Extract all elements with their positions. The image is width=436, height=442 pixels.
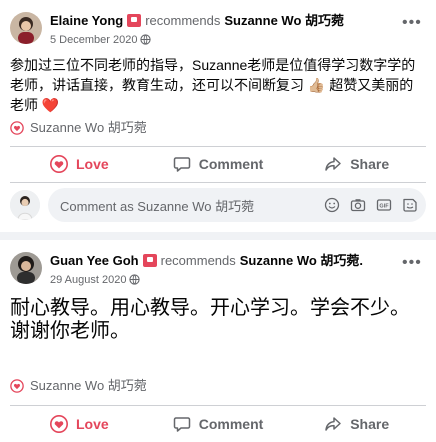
more-options-icon[interactable]: ••• — [402, 15, 422, 31]
recommended-page-name[interactable]: Suzanne Wo 胡巧菀 — [224, 13, 344, 28]
recommend-badge-icon — [127, 14, 142, 27]
avatar[interactable] — [10, 12, 42, 44]
comment-icon — [173, 417, 190, 432]
share-icon — [325, 417, 341, 431]
divider — [10, 182, 426, 183]
love-label: Love — [75, 416, 109, 432]
post-body-line: 耐心教导。用心教导。开心学习。学会不少。 — [10, 297, 410, 319]
recommended-page-name[interactable]: Suzanne Wo 胡巧菀. — [240, 253, 363, 268]
more-options-icon[interactable]: ••• — [402, 255, 422, 271]
heart-icon — [49, 155, 68, 173]
recommendation-page[interactable]: Suzanne Wo 胡巧菀 — [30, 378, 147, 393]
comment-icon — [173, 157, 190, 172]
recommendation-label: Suzanne Wo 胡巧菀 — [10, 378, 147, 394]
comment-button[interactable]: Comment — [149, 148, 288, 180]
gif-icon[interactable]: GIF — [376, 197, 392, 213]
comment-input[interactable]: Comment as Suzanne Wo 胡巧菀 GIF — [48, 188, 426, 222]
heart-icon — [10, 379, 24, 393]
post-card: Guan Yee Goh recommends Suzanne Wo 胡巧菀. 29… — [0, 240, 436, 442]
heart-icon — [49, 415, 68, 433]
recommend-badge-icon — [142, 254, 157, 267]
comment-label: Comment — [198, 416, 264, 432]
post-body: 耐心教导。用心教导。开心学习。学会不少。 谢谢你老师。 — [10, 297, 426, 343]
love-label: Love — [75, 156, 109, 172]
action-bar: Love Comment Share — [10, 408, 426, 440]
post-card: Elaine Yong recommends Suzanne Wo 胡巧菀 5 De… — [0, 0, 436, 232]
recommendation-page[interactable]: Suzanne Wo 胡巧菀 — [30, 120, 147, 135]
divider — [10, 146, 426, 147]
camera-icon[interactable] — [350, 197, 366, 213]
post-header: Elaine Yong recommends Suzanne Wo 胡巧菀 5 De… — [10, 12, 426, 56]
divider — [10, 405, 426, 406]
love-button[interactable]: Love — [10, 408, 149, 440]
recommends-text: recommends — [145, 13, 221, 28]
share-label: Share — [350, 416, 390, 432]
comment-label: Comment — [198, 156, 264, 172]
post-header: Guan Yee Goh recommends Suzanne Wo 胡巧菀. 29… — [10, 252, 426, 296]
love-button[interactable]: Love — [10, 148, 149, 180]
post-body-line: 谢谢你老师。 — [10, 320, 130, 342]
sticker-icon[interactable] — [402, 197, 418, 213]
globe-icon — [140, 34, 152, 45]
post-meta: Elaine Yong recommends Suzanne Wo 胡巧菀 5 De… — [50, 12, 396, 48]
svg-text:GIF: GIF — [379, 204, 389, 210]
globe-icon — [129, 274, 141, 285]
post-date[interactable]: 5 December 2020 — [50, 34, 137, 46]
recommends-text: recommends — [160, 253, 236, 268]
post-date[interactable]: 29 August 2020 — [50, 274, 126, 286]
post-body: 参加过三位不同老师的指导，Suzanne老师是位值得学习数字学的老师，讲话直接，… — [10, 57, 416, 113]
share-label: Share — [350, 156, 390, 172]
heart-icon — [10, 121, 24, 135]
share-icon — [325, 157, 341, 171]
action-bar: Love Comment Share — [10, 148, 426, 180]
comment-button[interactable]: Comment — [149, 408, 288, 440]
emoji-icon[interactable] — [324, 197, 340, 213]
share-button[interactable]: Share — [287, 148, 426, 180]
author-name[interactable]: Guan Yee Goh — [50, 253, 139, 268]
post-meta: Guan Yee Goh recommends Suzanne Wo 胡巧菀. 29… — [50, 252, 396, 288]
recommendation-label: Suzanne Wo 胡巧菀 — [10, 120, 147, 136]
avatar[interactable] — [10, 190, 40, 220]
comment-composer: Comment as Suzanne Wo 胡巧菀 GIF — [10, 188, 426, 222]
share-button[interactable]: Share — [287, 408, 426, 440]
comment-placeholder: Comment as Suzanne Wo 胡巧菀 — [60, 198, 255, 214]
author-name[interactable]: Elaine Yong — [50, 13, 123, 28]
avatar[interactable] — [10, 252, 42, 284]
